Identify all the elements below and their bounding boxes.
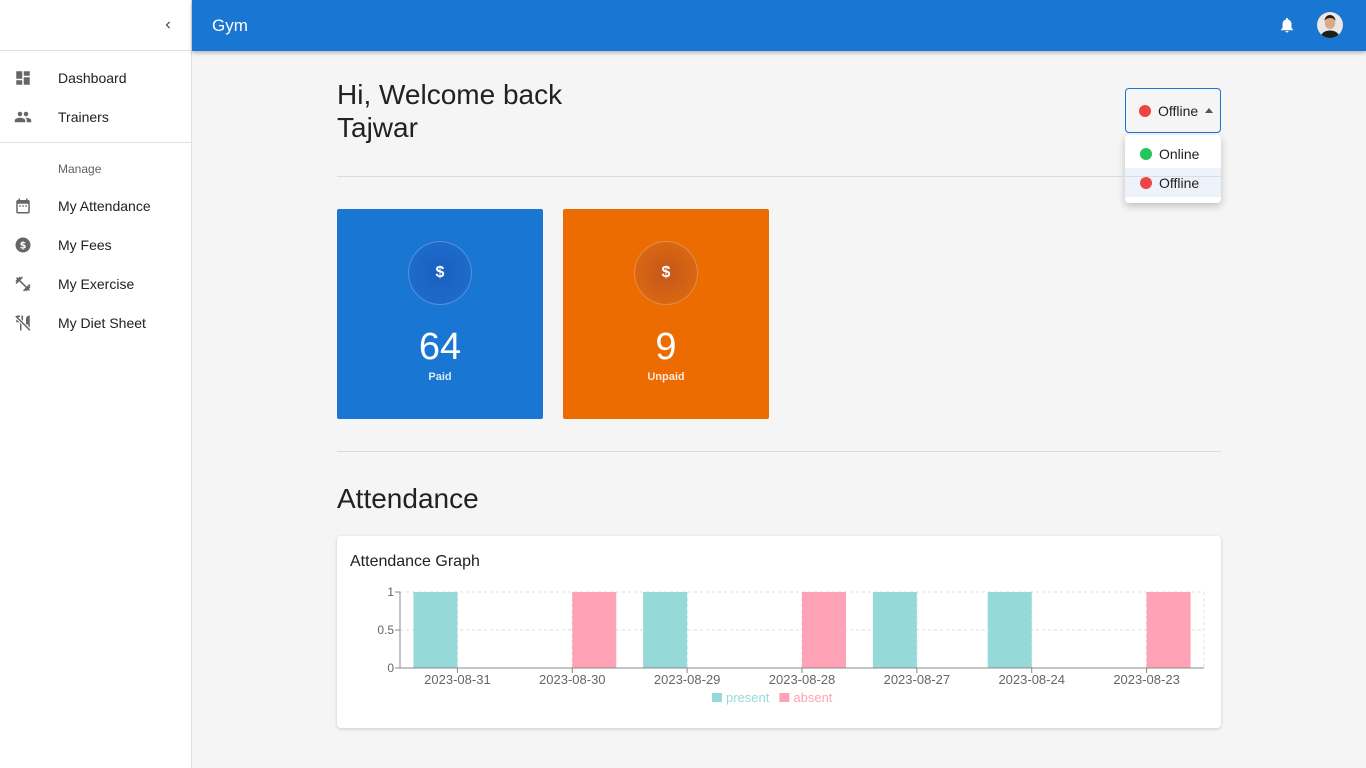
y-tick-label: 0.5 [377,623,394,637]
sidebar-item-my-diet-sheet[interactable]: My Diet Sheet [0,303,191,342]
attendance-chart: 0 0.5 1 2023-08-31 2023-08-30 2023-08-29 2023-… [377,585,1205,705]
caret-up-icon [1205,108,1214,113]
x-tick-label: 2023-08-30 [539,672,606,687]
bar-present [987,592,1032,668]
legend-swatch-present [712,693,722,702]
notifications-button[interactable] [1278,16,1296,34]
sidebar-item-label: Trainers [58,108,109,125]
bar-absent [802,592,846,668]
sidebar-item-label: My Fees [58,236,112,253]
y-tick-label: 0 [387,661,394,675]
sidebar-item-label: Dashboard [58,69,127,86]
user-avatar-image [1317,12,1343,38]
collapse-sidebar-button[interactable] [156,13,180,37]
divider [337,451,1221,452]
app-title: Gym [212,15,248,35]
bar-absent [1146,592,1191,668]
unpaid-count: 9 [655,326,677,368]
unpaid-label: Unpaid [647,371,685,383]
attendance-chart-card: Attendance Graph 0 0.5 1 2023-08-31 2023-08-… [337,536,1221,728]
sidebar-item-label: My Exercise [58,275,135,292]
status-select[interactable]: Offline [1125,88,1221,133]
no-meals-icon [14,313,32,332]
sidebar: Dashboard Trainers Manage My Attendance … [0,0,192,768]
bell-icon [1281,17,1293,33]
y-tick-label: 1 [387,585,394,599]
x-tick-label: 2023-08-27 [884,672,951,687]
x-tick-label: 2023-08-23 [1113,672,1180,687]
bar-present [413,592,458,668]
app-bar: Gym [192,0,1366,51]
legend-label-absent: absent [793,690,832,705]
dollar-circle-icon: $ [14,236,32,254]
bar-present [872,592,917,668]
sidebar-item-my-fees[interactable]: $ My Fees [0,225,191,264]
x-tick-label: 2023-08-24 [998,672,1065,687]
greeting-line: Hi, Welcome back [337,79,563,110]
people-icon [14,108,32,126]
status-option-online[interactable]: Online [1125,139,1221,168]
x-tick-label: 2023-08-28 [769,672,836,687]
offline-dot [1140,176,1152,189]
bar-present [643,592,688,668]
sidebar-item-trainers[interactable]: Trainers [0,97,191,136]
avatar[interactable] [1317,12,1343,38]
status-selected-value: Offline [1158,102,1199,119]
x-tick-label: 2023-08-29 [654,672,721,687]
calendar-icon [14,197,32,215]
paid-label: Paid [428,371,452,383]
status-menu: Online Offline [1125,135,1221,203]
user-name: Tajwar [337,112,418,143]
dashboard-icon [14,69,32,87]
unpaid-fees-card: $ 9 Unpaid [563,209,769,419]
legend-label-present: present [726,690,770,705]
x-tick-label: 2023-08-31 [424,672,491,687]
legend-swatch-absent [779,693,790,702]
svg-text:$: $ [20,240,27,251]
status-dot [1139,104,1151,117]
paid-count: 64 [418,326,462,368]
chevron-left-icon [165,21,170,29]
attendance-section-title: Attendance [337,483,479,514]
sidebar-item-my-attendance[interactable]: My Attendance [0,186,191,225]
welcome-greeting: Hi, Welcome back Tajwar [337,78,562,144]
paid-fees-card: $ 64 Paid [337,209,543,419]
manage-subheader: Manage [58,161,102,176]
sidebar-item-my-exercise[interactable]: My Exercise [0,264,191,303]
divider [337,176,1221,177]
dollar-icon: $ [408,241,472,305]
main-nav: Dashboard Trainers [0,51,191,143]
sidebar-header [0,0,191,51]
sidebar-item-label: My Attendance [58,197,151,214]
fitness-icon [14,275,32,293]
bar-absent [572,592,617,668]
sidebar-item-label: My Diet Sheet [58,314,146,331]
sidebar-item-dashboard[interactable]: Dashboard [0,58,191,97]
status-option-label: Online [1159,145,1200,162]
status-option-offline[interactable]: Offline [1125,168,1221,197]
online-dot [1140,147,1152,160]
dollar-icon: $ [634,241,698,305]
